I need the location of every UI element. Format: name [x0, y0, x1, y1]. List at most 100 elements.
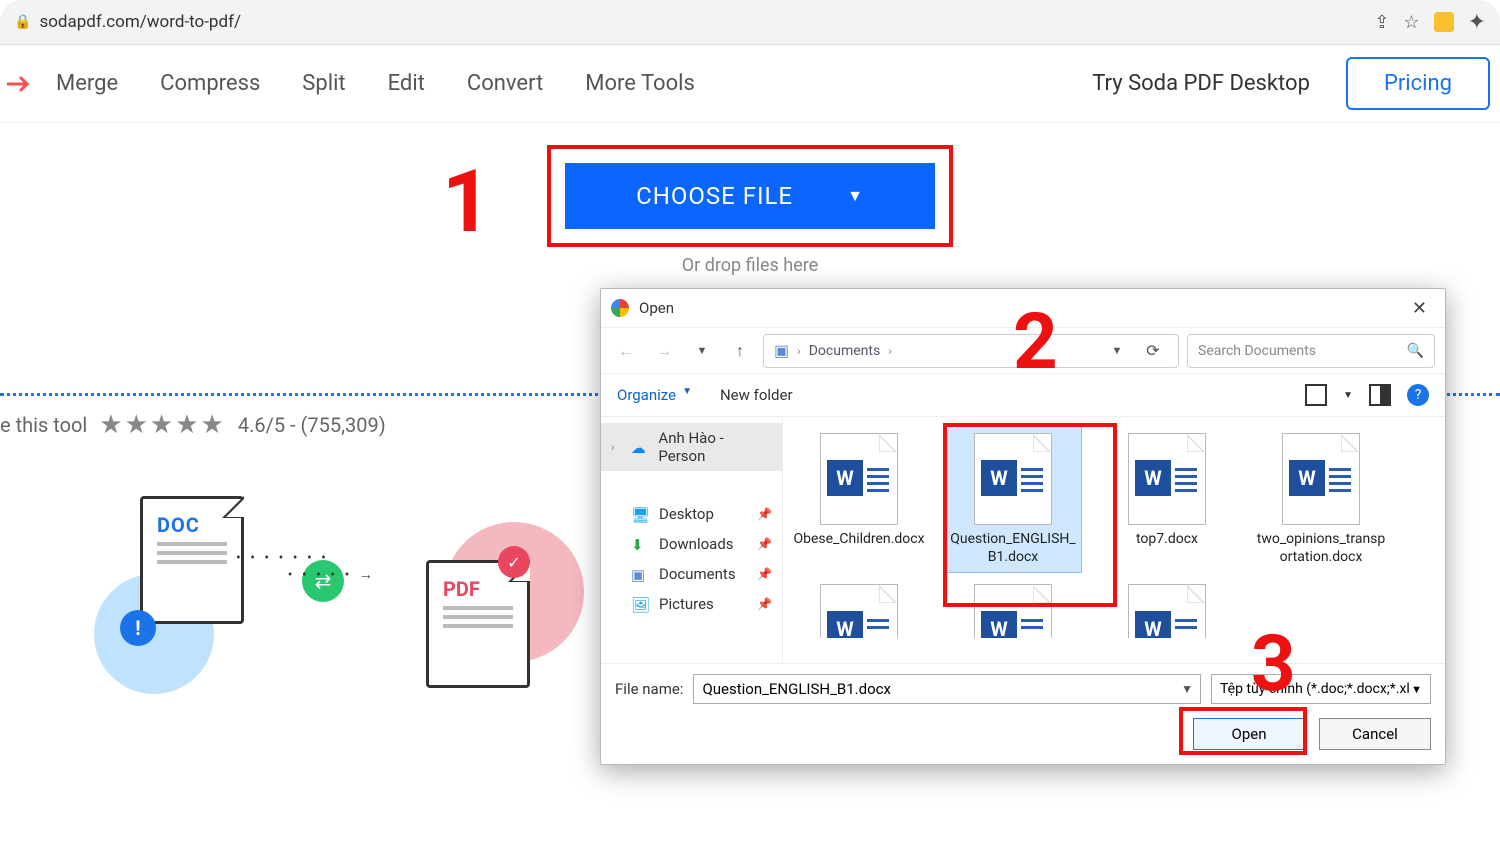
history-chevron-down-icon[interactable]: ▼	[687, 336, 717, 366]
file-item-selected[interactable]: W Question_ENGLISH_B1.docx	[945, 427, 1081, 572]
rating-prefix: e this tool	[0, 413, 87, 437]
file-grid[interactable]: W Obese_Children.docx W Question_ENGLISH…	[783, 417, 1445, 663]
desktop-icon: 🖥	[631, 506, 649, 522]
file-name: Obese_Children.docx	[793, 531, 925, 549]
file-name: Question_ENGLISH_B1.docx	[947, 531, 1079, 566]
word-file-icon: W	[820, 584, 898, 638]
word-file-icon: W	[974, 433, 1052, 525]
cloud-icon: ☁	[631, 439, 649, 455]
word-file-icon: W	[1128, 584, 1206, 638]
pdf-file-icon: PDF	[426, 560, 530, 688]
pricing-button[interactable]: Pricing	[1346, 57, 1490, 110]
doc-label: DOC	[157, 513, 227, 537]
filename-label: File name:	[615, 680, 683, 698]
open-file-dialog: Open ✕ ← → ▼ ↑ ▣ › Documents › ▼ ⟳ Searc…	[600, 288, 1446, 765]
sidebar-item-documents[interactable]: ▣ Documents 📌	[601, 559, 782, 589]
dialog-sidebar: › ☁ Anh Hào - Person 🖥 Desktop 📌 ⬇ Downl…	[601, 417, 783, 663]
filetype-value: Tệp tùy chỉnh (*.doc;*.docx;*.xl	[1220, 681, 1410, 697]
preview-toggle-icon[interactable]	[1369, 384, 1391, 406]
chevron-down-icon: ▼	[1411, 683, 1422, 696]
file-item[interactable]: W Obese_Children.docx	[791, 427, 927, 572]
sidebar-item-pictures[interactable]: 🖼 Pictures 📌	[601, 589, 782, 619]
refresh-icon[interactable]: ⟳	[1138, 336, 1168, 366]
pc-icon: ▣	[774, 341, 789, 360]
file-name: top7.docx	[1101, 531, 1233, 549]
file-item[interactable]: W top7.docx	[1099, 427, 1235, 572]
site-nav: Merge Compress Split Edit Convert More T…	[0, 45, 1500, 123]
annotation-1-box: CHOOSE FILE ▼	[547, 145, 953, 247]
bookmark-star-icon[interactable]: ☆	[1403, 12, 1419, 33]
sidebar-label: Desktop	[659, 505, 714, 523]
extensions-puzzle-icon[interactable]: ✦	[1468, 10, 1486, 35]
chevron-down-icon[interactable]: ▼	[1343, 390, 1353, 401]
new-folder-button[interactable]: New folder	[720, 386, 793, 404]
filetype-select[interactable]: Tệp tùy chỉnh (*.doc;*.docx;*.xl ▼	[1211, 674, 1431, 704]
view-mode-icon[interactable]	[1305, 384, 1327, 406]
annotation-1: 1	[442, 151, 491, 252]
nav-convert[interactable]: Convert	[467, 71, 543, 96]
nav-more-tools[interactable]: More Tools	[585, 71, 695, 96]
extension-badge-icon[interactable]	[1434, 12, 1454, 32]
browser-address-bar: 🔒 sodapdf.com/word-to-pdf/ ⇪ ☆ ✦	[0, 0, 1500, 45]
logo-arrow-icon	[0, 74, 40, 94]
dialog-search-input[interactable]: Search Documents 🔍	[1187, 334, 1435, 368]
help-icon[interactable]: ?	[1407, 384, 1429, 406]
choose-file-button[interactable]: CHOOSE FILE ▼	[565, 163, 935, 229]
pin-icon: 📌	[757, 507, 772, 521]
organize-menu[interactable]: Organize ▼	[617, 386, 692, 404]
breadcrumb-folder[interactable]: Documents	[809, 343, 880, 359]
sidebar-item-onedrive[interactable]: › ☁ Anh Hào - Person	[601, 423, 782, 471]
path-dropdown-icon[interactable]: ▼	[1102, 336, 1132, 366]
sidebar-label: Documents	[659, 565, 736, 583]
pin-icon: 📌	[757, 537, 772, 551]
doc-file-icon: DOC	[140, 496, 244, 624]
chevron-right-icon: ›	[611, 441, 621, 454]
open-button[interactable]: Open	[1193, 718, 1305, 750]
nav-forward-button[interactable]: →	[649, 336, 679, 366]
share-icon[interactable]: ⇪	[1374, 12, 1389, 33]
file-item[interactable]: W two_opinions_transportation.docx	[1253, 427, 1389, 572]
nav-up-button[interactable]: ↑	[725, 336, 755, 366]
rating-stars-icon[interactable]: ★★★★★	[99, 410, 226, 440]
pictures-icon: 🖼	[631, 596, 649, 612]
chevron-down-icon[interactable]: ▼	[1181, 682, 1193, 696]
chrome-icon	[611, 299, 629, 317]
nav-compress[interactable]: Compress	[160, 71, 260, 96]
dialog-title: Open	[639, 299, 674, 317]
choose-file-label: CHOOSE FILE	[636, 182, 793, 210]
word-file-icon: W	[974, 584, 1052, 638]
file-item[interactable]: W	[945, 578, 1081, 638]
sidebar-item-desktop[interactable]: 🖥 Desktop 📌	[601, 499, 782, 529]
nav-back-button[interactable]: ←	[611, 336, 641, 366]
word-file-icon: W	[820, 433, 898, 525]
pin-icon: 📌	[757, 597, 772, 611]
lock-icon: 🔒	[14, 14, 31, 30]
downloads-icon: ⬇	[631, 536, 649, 552]
file-name: two_opinions_transportation.docx	[1255, 531, 1387, 566]
breadcrumb-sep-icon: ›	[797, 344, 801, 358]
nav-merge[interactable]: Merge	[56, 71, 118, 96]
pin-icon: 📌	[757, 567, 772, 581]
cancel-button[interactable]: Cancel	[1319, 718, 1431, 750]
nav-edit[interactable]: Edit	[388, 71, 425, 96]
info-badge-icon: !	[120, 610, 156, 646]
chevron-down-icon: ▼	[682, 386, 692, 404]
nav-split[interactable]: Split	[302, 71, 345, 96]
pdf-label: PDF	[443, 577, 513, 601]
search-placeholder: Search Documents	[1198, 343, 1316, 359]
file-item[interactable]: W	[791, 578, 927, 638]
word-file-icon: W	[1128, 433, 1206, 525]
path-breadcrumb[interactable]: ▣ › Documents › ▼ ⟳	[763, 334, 1179, 368]
sidebar-item-downloads[interactable]: ⬇ Downloads 📌	[601, 529, 782, 559]
filename-input[interactable]	[693, 674, 1201, 704]
word-file-icon: W	[1282, 433, 1360, 525]
url-text[interactable]: sodapdf.com/word-to-pdf/	[39, 12, 1374, 32]
file-item[interactable]: W	[1099, 578, 1235, 638]
search-icon: 🔍	[1407, 343, 1424, 359]
dialog-close-button[interactable]: ✕	[1404, 294, 1435, 323]
rating-score: 4.6/5 - (755,309)	[238, 413, 386, 437]
try-desktop-link[interactable]: Try Soda PDF Desktop	[1092, 71, 1310, 96]
drop-hint: Or drop files here	[682, 255, 818, 276]
breadcrumb-sep-icon: ›	[888, 344, 892, 358]
documents-icon: ▣	[631, 566, 649, 582]
